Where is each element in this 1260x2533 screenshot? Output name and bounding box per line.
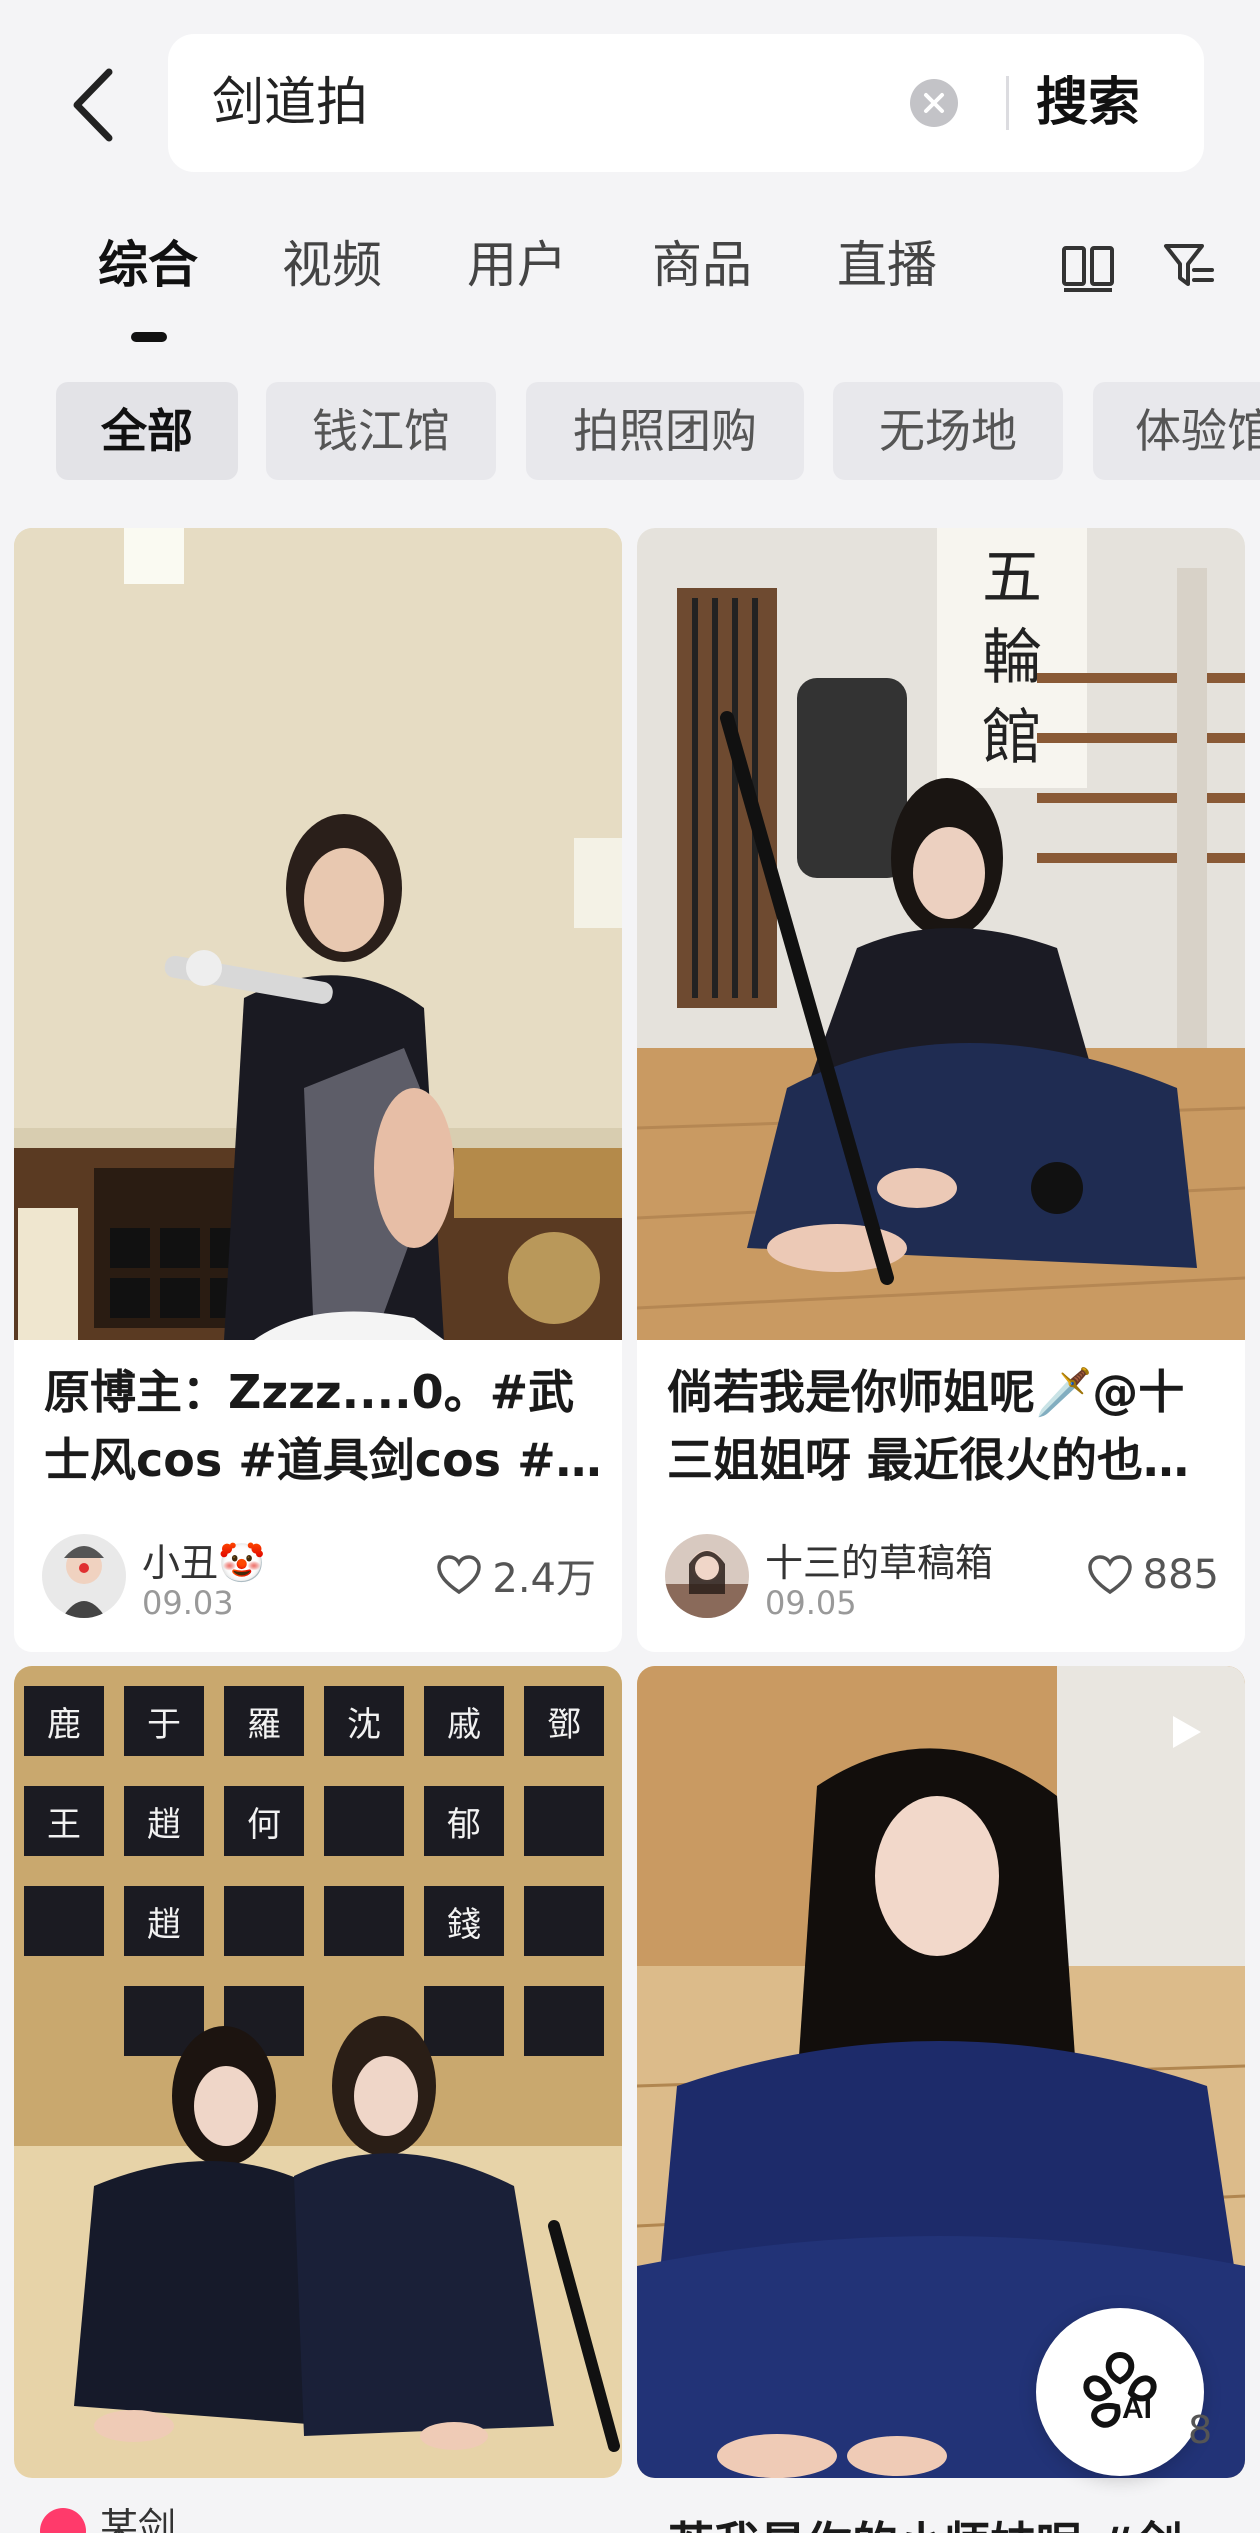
tab-video[interactable]: 视频 [282,220,382,310]
card-title: 倘若我是你师姐呢🗡️@十三姐姐呀 最近很火的也… [667,1365,1190,1487]
svg-text:鹿: 鹿 [47,1705,81,1745]
like-count: 2.4万 [492,1556,596,1602]
author-name[interactable]: 某剑 [100,2496,176,2533]
result-tabs: 综合 视频 用户 商品 直播 [0,220,1260,350]
result-card[interactable]: 原博主：Zzzz....0。#武士风cos #道具剑cos #… 小丑🤡 09.… [14,528,622,1652]
svg-text:鄧: 鄧 [547,1705,581,1745]
svg-text:沈: 沈 [347,1705,381,1745]
svg-text:錢: 錢 [447,1905,481,1945]
svg-text:五: 五 [982,543,1042,613]
like-button[interactable]: 2.4万 [436,1550,596,1602]
two-column-layout-icon [1062,246,1114,292]
svg-text:王: 王 [47,1805,81,1845]
like-button[interactable]: 885 [1087,1550,1219,1600]
author-name[interactable]: 小丑🤡 [142,1532,265,1587]
chip-qianjiang[interactable]: 钱江馆 [266,382,496,480]
svg-text:郁: 郁 [447,1805,481,1845]
layout-toggle-button[interactable] [1060,242,1116,292]
heart-icon [1087,1555,1132,1595]
author-avatar[interactable] [665,1534,749,1618]
search-divider [1006,76,1009,130]
card-cover-image [14,528,622,1340]
chip-photo-group-buy[interactable]: 拍照团购 [526,382,804,480]
author-name[interactable]: 十三的草稿箱 [765,1532,993,1587]
tab-users[interactable]: 用户 [467,220,567,310]
close-icon [924,93,944,113]
filter-icon [1164,244,1214,286]
filter-button[interactable] [1162,238,1218,294]
result-card[interactable]: 五 輪 館 倘若我是你师姐呢🗡️@十三姐姐呀 最近很火的也… 十三的草稿箱 09… [637,528,1245,1652]
ai-label: AI [1122,2392,1152,2425]
result-card[interactable]: 鹿于羅 沈戚鄧 王趙何 郁趙錢 [14,1666,622,2478]
tab-products[interactable]: 商品 [652,220,752,310]
svg-text:輪: 輪 [982,623,1042,693]
post-date: 09.05 [765,1584,857,1622]
active-tab-indicator [131,332,167,342]
clear-search-button[interactable] [910,79,958,127]
tab-comprehensive[interactable]: 综合 [98,220,198,310]
author-avatar[interactable] [42,1534,126,1618]
chevron-left-icon [73,68,113,142]
next-row-partial: 某剑 若我是你的小师妹呢 #剑 [0,2478,1260,2533]
like-count: 885 [1142,1552,1219,1598]
card-cover-image: 鹿于羅 沈戚鄧 王趙何 郁趙錢 [14,1666,622,2478]
chip-no-venue[interactable]: 无场地 [833,382,1063,480]
svg-text:趙: 趙 [147,1805,181,1845]
card-title: 若我是你的小师妹呢 #剑 [668,2508,1183,2533]
ai-assistant-button[interactable]: AI [1036,2308,1204,2476]
search-input[interactable]: 剑道拍 搜索 [168,34,1204,172]
heart-icon [437,1555,482,1595]
search-query-text[interactable]: 剑道拍 [212,34,368,172]
back-button[interactable] [58,60,128,150]
author-avatar[interactable] [40,2508,86,2533]
svg-text:于: 于 [147,1705,181,1745]
svg-text:羅: 羅 [247,1705,281,1745]
post-date: 09.03 [142,1584,234,1622]
search-header: 剑道拍 搜索 [0,0,1260,200]
search-button[interactable]: 搜索 [1036,34,1140,172]
tab-live[interactable]: 直播 [837,220,937,310]
card-title: 原博主：Zzzz....0。#武士风cos #道具剑cos #… [44,1365,602,1487]
partial-like-count: 8 [1188,2408,1213,2452]
svg-text:館: 館 [982,703,1042,773]
filter-chips: 全部 钱江馆 拍照团购 无场地 体验馆 [0,382,1260,480]
video-play-icon [1165,1712,1205,1752]
card-cover-image: 五 輪 館 [637,528,1245,1340]
svg-text:何: 何 [247,1805,281,1845]
chip-experience-hall[interactable]: 体验馆 [1093,382,1260,480]
svg-text:趙: 趙 [147,1905,181,1945]
chip-all[interactable]: 全部 [56,382,238,480]
ai-flower-icon [1083,2351,1157,2428]
svg-text:戚: 戚 [447,1705,481,1745]
